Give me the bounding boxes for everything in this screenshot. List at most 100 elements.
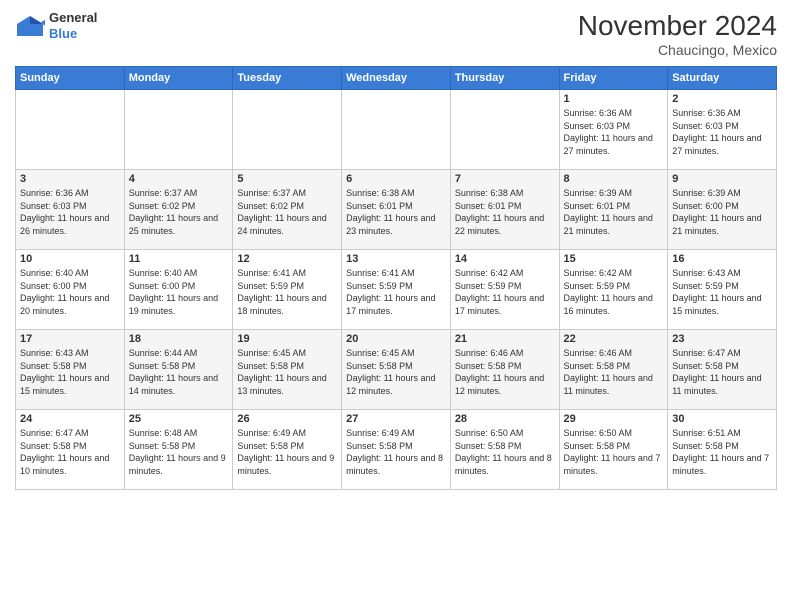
cell-info: Sunrise: 6:38 AM Sunset: 6:01 PM Dayligh… <box>455 187 555 237</box>
col-wednesday: Wednesday <box>342 67 451 90</box>
title-block: November 2024 Chaucingo, Mexico <box>578 10 777 58</box>
calendar-cell: 7 Sunrise: 6:38 AM Sunset: 6:01 PM Daylig… <box>450 170 559 250</box>
cell-info: Sunrise: 6:43 AM Sunset: 5:59 PM Dayligh… <box>672 267 772 317</box>
day-number: 21 <box>455 333 555 345</box>
logo-blue: Blue <box>49 26 97 42</box>
cell-info: Sunrise: 6:40 AM Sunset: 6:00 PM Dayligh… <box>129 267 229 317</box>
day-number: 28 <box>455 413 555 425</box>
day-number: 8 <box>564 173 664 185</box>
col-monday: Monday <box>124 67 233 90</box>
day-number: 27 <box>346 413 446 425</box>
calendar-cell: 27 Sunrise: 6:49 AM Sunset: 5:58 PM Dayli… <box>342 410 451 490</box>
col-friday: Friday <box>559 67 668 90</box>
day-number: 1 <box>564 93 664 105</box>
calendar-body: 1 Sunrise: 6:36 AM Sunset: 6:03 PM Daylig… <box>16 90 777 490</box>
day-number: 13 <box>346 253 446 265</box>
cell-info: Sunrise: 6:42 AM Sunset: 5:59 PM Dayligh… <box>564 267 664 317</box>
cell-info: Sunrise: 6:42 AM Sunset: 5:59 PM Dayligh… <box>455 267 555 317</box>
day-number: 16 <box>672 253 772 265</box>
day-number: 24 <box>20 413 120 425</box>
calendar-cell <box>124 90 233 170</box>
calendar-cell: 11 Sunrise: 6:40 AM Sunset: 6:00 PM Dayli… <box>124 250 233 330</box>
logo: General Blue <box>15 10 97 41</box>
day-number: 26 <box>237 413 337 425</box>
calendar-cell: 24Sunrise: 6:47 AM Sunset: 5:58 PM Dayli… <box>16 410 125 490</box>
calendar-cell: 23Sunrise: 6:47 AM Sunset: 5:58 PM Dayli… <box>668 330 777 410</box>
calendar-cell: 1 Sunrise: 6:36 AM Sunset: 6:03 PM Daylig… <box>559 90 668 170</box>
cell-info: Sunrise: 6:36 AM Sunset: 6:03 PM Dayligh… <box>672 107 772 157</box>
day-number: 19 <box>237 333 337 345</box>
location-subtitle: Chaucingo, Mexico <box>578 42 777 58</box>
calendar-cell: 21 Sunrise: 6:46 AM Sunset: 5:58 PM Dayli… <box>450 330 559 410</box>
calendar-cell <box>342 90 451 170</box>
col-sunday: Sunday <box>16 67 125 90</box>
cell-info: Sunrise: 6:40 AM Sunset: 6:00 PM Dayligh… <box>20 267 120 317</box>
cell-info: Sunrise: 6:36 AM Sunset: 6:03 PM Dayligh… <box>20 187 120 237</box>
calendar-cell: 29Sunrise: 6:50 AM Sunset: 5:58 PM Dayli… <box>559 410 668 490</box>
cell-info: Sunrise: 6:50 AM Sunset: 5:58 PM Dayligh… <box>455 427 555 477</box>
cell-info: Sunrise: 6:47 AM Sunset: 5:58 PM Dayligh… <box>672 347 772 397</box>
cell-info: Sunrise: 6:48 AM Sunset: 5:58 PM Dayligh… <box>129 427 229 477</box>
calendar-cell: 30Sunrise: 6:51 AM Sunset: 5:58 PM Dayli… <box>668 410 777 490</box>
day-number: 10 <box>20 253 120 265</box>
calendar-cell: 14 Sunrise: 6:42 AM Sunset: 5:59 PM Dayli… <box>450 250 559 330</box>
calendar-cell: 8 Sunrise: 6:39 AM Sunset: 6:01 PM Daylig… <box>559 170 668 250</box>
day-number: 12 <box>237 253 337 265</box>
calendar-cell: 4Sunrise: 6:37 AM Sunset: 6:02 PM Daylig… <box>124 170 233 250</box>
cell-info: Sunrise: 6:50 AM Sunset: 5:58 PM Dayligh… <box>564 427 664 477</box>
calendar-week-4: 17 Sunrise: 6:43 AM Sunset: 5:58 PM Dayli… <box>16 330 777 410</box>
day-number: 14 <box>455 253 555 265</box>
calendar-table: Sunday Monday Tuesday Wednesday Thursday… <box>15 66 777 490</box>
day-number: 15 <box>564 253 664 265</box>
logo-text: General Blue <box>49 10 97 41</box>
day-number: 11 <box>129 253 229 265</box>
day-number: 17 <box>20 333 120 345</box>
day-number: 9 <box>672 173 772 185</box>
cell-info: Sunrise: 6:37 AM Sunset: 6:02 PM Dayligh… <box>129 187 229 237</box>
calendar-cell: 3 Sunrise: 6:36 AM Sunset: 6:03 PM Daylig… <box>16 170 125 250</box>
cell-info: Sunrise: 6:38 AM Sunset: 6:01 PM Dayligh… <box>346 187 446 237</box>
calendar-week-2: 3 Sunrise: 6:36 AM Sunset: 6:03 PM Daylig… <box>16 170 777 250</box>
col-thursday: Thursday <box>450 67 559 90</box>
day-number: 2 <box>672 93 772 105</box>
calendar-cell: 18 Sunrise: 6:44 AM Sunset: 5:58 PM Dayli… <box>124 330 233 410</box>
calendar-cell: 25 Sunrise: 6:48 AM Sunset: 5:58 PM Dayli… <box>124 410 233 490</box>
cell-info: Sunrise: 6:36 AM Sunset: 6:03 PM Dayligh… <box>564 107 664 157</box>
page-container: General Blue November 2024 Chaucingo, Me… <box>0 0 792 500</box>
col-saturday: Saturday <box>668 67 777 90</box>
calendar-cell: 13 Sunrise: 6:41 AM Sunset: 5:59 PM Dayli… <box>342 250 451 330</box>
cell-info: Sunrise: 6:49 AM Sunset: 5:58 PM Dayligh… <box>346 427 446 477</box>
cell-info: Sunrise: 6:49 AM Sunset: 5:58 PM Dayligh… <box>237 427 337 477</box>
day-number: 20 <box>346 333 446 345</box>
cell-info: Sunrise: 6:39 AM Sunset: 6:01 PM Dayligh… <box>564 187 664 237</box>
day-number: 22 <box>564 333 664 345</box>
calendar-cell: 17 Sunrise: 6:43 AM Sunset: 5:58 PM Dayli… <box>16 330 125 410</box>
calendar-cell <box>450 90 559 170</box>
day-number: 25 <box>129 413 229 425</box>
cell-info: Sunrise: 6:44 AM Sunset: 5:58 PM Dayligh… <box>129 347 229 397</box>
calendar-cell: 10 Sunrise: 6:40 AM Sunset: 6:00 PM Dayli… <box>16 250 125 330</box>
day-number: 3 <box>20 173 120 185</box>
cell-info: Sunrise: 6:51 AM Sunset: 5:58 PM Dayligh… <box>672 427 772 477</box>
calendar-cell: 6 Sunrise: 6:38 AM Sunset: 6:01 PM Daylig… <box>342 170 451 250</box>
cell-info: Sunrise: 6:46 AM Sunset: 5:58 PM Dayligh… <box>455 347 555 397</box>
calendar-cell: 28 Sunrise: 6:50 AM Sunset: 5:58 PM Dayli… <box>450 410 559 490</box>
cell-info: Sunrise: 6:41 AM Sunset: 5:59 PM Dayligh… <box>346 267 446 317</box>
day-number: 6 <box>346 173 446 185</box>
calendar-cell: 2 Sunrise: 6:36 AM Sunset: 6:03 PM Daylig… <box>668 90 777 170</box>
day-number: 18 <box>129 333 229 345</box>
calendar-cell: 16 Sunrise: 6:43 AM Sunset: 5:59 PM Dayli… <box>668 250 777 330</box>
day-number: 5 <box>237 173 337 185</box>
calendar-week-5: 24Sunrise: 6:47 AM Sunset: 5:58 PM Dayli… <box>16 410 777 490</box>
calendar-cell: 12Sunrise: 6:41 AM Sunset: 5:59 PM Dayli… <box>233 250 342 330</box>
calendar-cell: 5Sunrise: 6:37 AM Sunset: 6:02 PM Daylig… <box>233 170 342 250</box>
header: General Blue November 2024 Chaucingo, Me… <box>15 10 777 58</box>
calendar-cell: 22Sunrise: 6:46 AM Sunset: 5:58 PM Dayli… <box>559 330 668 410</box>
day-number: 7 <box>455 173 555 185</box>
cell-info: Sunrise: 6:45 AM Sunset: 5:58 PM Dayligh… <box>346 347 446 397</box>
cell-info: Sunrise: 6:43 AM Sunset: 5:58 PM Dayligh… <box>20 347 120 397</box>
calendar-week-3: 10 Sunrise: 6:40 AM Sunset: 6:00 PM Dayli… <box>16 250 777 330</box>
calendar-cell: 26 Sunrise: 6:49 AM Sunset: 5:58 PM Dayli… <box>233 410 342 490</box>
calendar-cell <box>233 90 342 170</box>
month-title: November 2024 <box>578 10 777 42</box>
